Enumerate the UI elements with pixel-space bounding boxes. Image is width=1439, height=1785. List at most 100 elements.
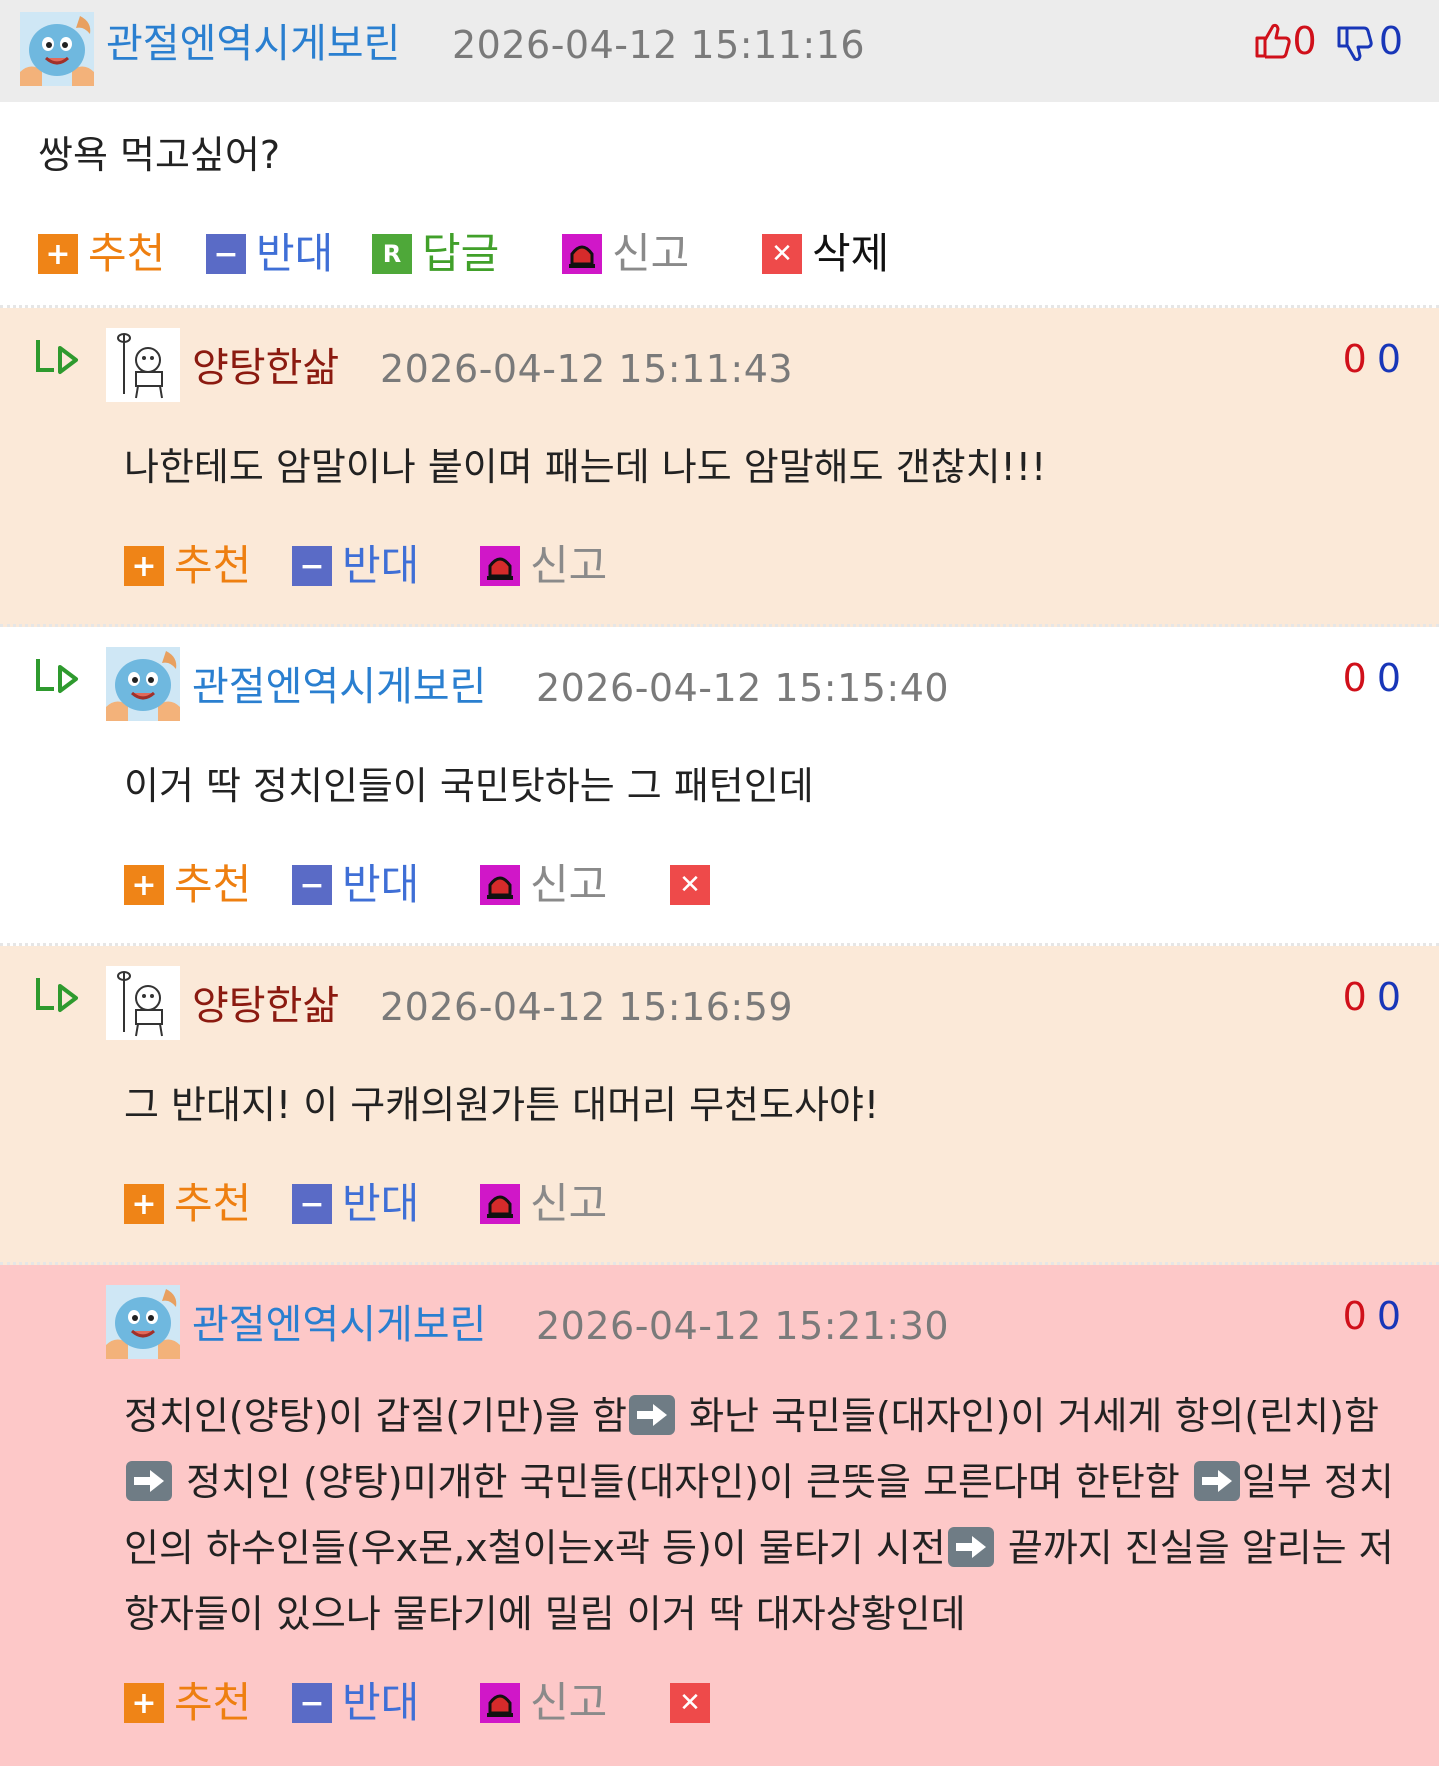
recommend-button[interactable]: + 추천 [124,538,251,594]
delete-button[interactable]: ✕ [670,1675,720,1731]
like-count[interactable]: 0 [1343,1294,1367,1338]
minus-icon: − [292,865,332,905]
comment-actions: + 추천 − 반대 신고 ✕ [124,857,1024,913]
oppose-button[interactable]: − 반대 [292,1176,419,1232]
recommend-label: 추천 [174,860,252,909]
dislike-count[interactable]: 0 [1377,337,1401,381]
recommend-button[interactable]: + 추천 [124,857,251,913]
recommend-label: 추천 [174,1179,252,1228]
recommend-button[interactable]: + 추천 [124,1176,251,1232]
report-label: 신고 [530,1678,608,1727]
right-arrow-icon [628,1395,675,1435]
right-arrow-icon [1193,1461,1240,1501]
author-name[interactable]: 관절엔역시게보린 [192,1305,486,1345]
comment-timestamp: 2026-04-12 15:21:30 [536,1304,950,1348]
delete-button[interactable]: ✕ [670,857,720,913]
siren-icon [480,546,520,586]
delete-button[interactable]: ✕ 삭제 [762,226,889,282]
comment-text: 그 반대지! 이 구캐의원가튼 대머리 무천도사야! [124,1083,880,1127]
oppose-label: 반대 [256,229,334,278]
siren-icon [480,1184,520,1224]
plus-icon: + [124,1683,164,1723]
dislike-count: 0 [1378,19,1403,63]
report-button[interactable]: 신고 [562,226,689,282]
reply-arrow-icon [36,340,78,374]
report-label: 신고 [530,1179,608,1228]
report-label: 신고 [530,860,608,909]
avatar[interactable] [106,647,180,721]
reply-comment: 관절엔역시게보린 2026-04-12 15:15:40 00 이거 딱 정치인… [0,627,1439,946]
avatar[interactable] [106,328,180,402]
report-button[interactable]: 신고 [480,538,607,594]
comment-text: 나한테도 암말이나 붙이며 패는데 나도 암말해도 갠찮치!!! [124,445,1047,489]
thumbs-down-icon[interactable] [1335,24,1375,70]
oppose-button[interactable]: − 반대 [292,538,419,594]
report-button[interactable]: 신고 [480,857,607,913]
report-button[interactable]: 신고 [480,1176,607,1232]
author-name[interactable]: 관절엔역시게보린 [106,24,400,64]
dislike-count[interactable]: 0 [1377,1294,1401,1338]
avatar[interactable] [20,12,94,86]
comment-actions: + 추천 − 반대 신고 [124,1176,1024,1232]
right-arrow-icon [947,1527,994,1567]
comment-text: 이거 딱 정치인들이 국민탓하는 그 패턴인데 [124,764,814,808]
dislike-count[interactable]: 0 [1377,656,1401,700]
comment-actions: + 추천 − 반대 신고 [124,538,1024,594]
comment-text: 쌍욕 먹고싶어? [38,133,281,177]
text-part: 정치인(양탕)이 갑질(기만)을 함 [124,1394,627,1438]
comment-timestamp: 2026-04-12 15:11:43 [380,347,794,391]
close-icon: ✕ [670,865,710,905]
like-count[interactable]: 0 [1343,337,1367,381]
report-button[interactable]: 신고 [480,1675,607,1731]
reply-r-icon: R [372,234,412,274]
recommend-label: 추천 [174,1678,252,1727]
thumbs-up-icon[interactable] [1253,20,1293,66]
comment-header: 관절엔역시게보린 2026-04-12 15:11:16 0 0 [0,0,1439,102]
like-count: 0 [1292,19,1317,63]
oppose-label: 반대 [342,1678,420,1727]
close-icon: ✕ [762,234,802,274]
recommend-label: 추천 [174,541,252,590]
avatar[interactable] [106,966,180,1040]
avatar[interactable] [106,1285,180,1359]
oppose-button[interactable]: − 반대 [292,1675,419,1731]
siren-icon [480,1683,520,1723]
reply-comment: 관절엔역시게보린 2026-04-12 15:21:30 00 정치인(양탕)이… [0,1265,1439,1766]
close-icon: ✕ [670,1683,710,1723]
reply-label: 답글 [422,229,500,278]
right-arrow-icon [126,1461,172,1501]
plus-icon: + [124,1184,164,1224]
plus-icon: + [124,546,164,586]
text-part: 화난 국민들(대자인)이 거세게 항의(린치)함 [676,1394,1379,1438]
oppose-label: 반대 [342,541,420,590]
oppose-label: 반대 [342,1179,420,1228]
author-name[interactable]: 양탕한삶 [192,986,339,1026]
reply-button[interactable]: R 답글 [372,226,499,282]
plus-icon: + [38,234,78,274]
author-name[interactable]: 관절엔역시게보린 [192,667,486,707]
minus-icon: − [292,546,332,586]
siren-icon [480,865,520,905]
author-name[interactable]: 양탕한삶 [192,348,339,388]
text-part: 정치인 (양탕)미개한 국민들(대자인)이 큰뜻을 모른다며 한탄함 [174,1460,1180,1504]
report-label: 신고 [612,229,690,278]
recommend-label: 추천 [88,229,166,278]
comment-timestamp: 2026-04-12 15:11:16 [452,23,866,67]
recommend-button[interactable]: + 추천 [124,1675,251,1731]
comment-timestamp: 2026-04-12 15:16:59 [380,985,794,1029]
like-count[interactable]: 0 [1343,656,1367,700]
oppose-button[interactable]: − 반대 [206,226,333,282]
dislike-count[interactable]: 0 [1377,975,1401,1019]
delete-label: 삭제 [812,229,890,278]
reply-comment: 양탕한삶 2026-04-12 15:16:59 00 그 반대지! 이 구캐의… [0,946,1439,1265]
report-label: 신고 [530,541,608,590]
oppose-button[interactable]: − 반대 [292,857,419,913]
reply-comment: 양탕한삶 2026-04-12 15:11:43 00 나한테도 암말이나 붙이… [0,308,1439,627]
comment-actions: + 추천 − 반대 R 답글 신고 ✕ 삭제 [38,226,1418,282]
vote-counts: 00 [1343,659,1401,697]
minus-icon: − [292,1184,332,1224]
oppose-label: 반대 [342,860,420,909]
like-count[interactable]: 0 [1343,975,1367,1019]
vote-counts: 00 [1343,1297,1401,1335]
recommend-button[interactable]: + 추천 [38,226,165,282]
